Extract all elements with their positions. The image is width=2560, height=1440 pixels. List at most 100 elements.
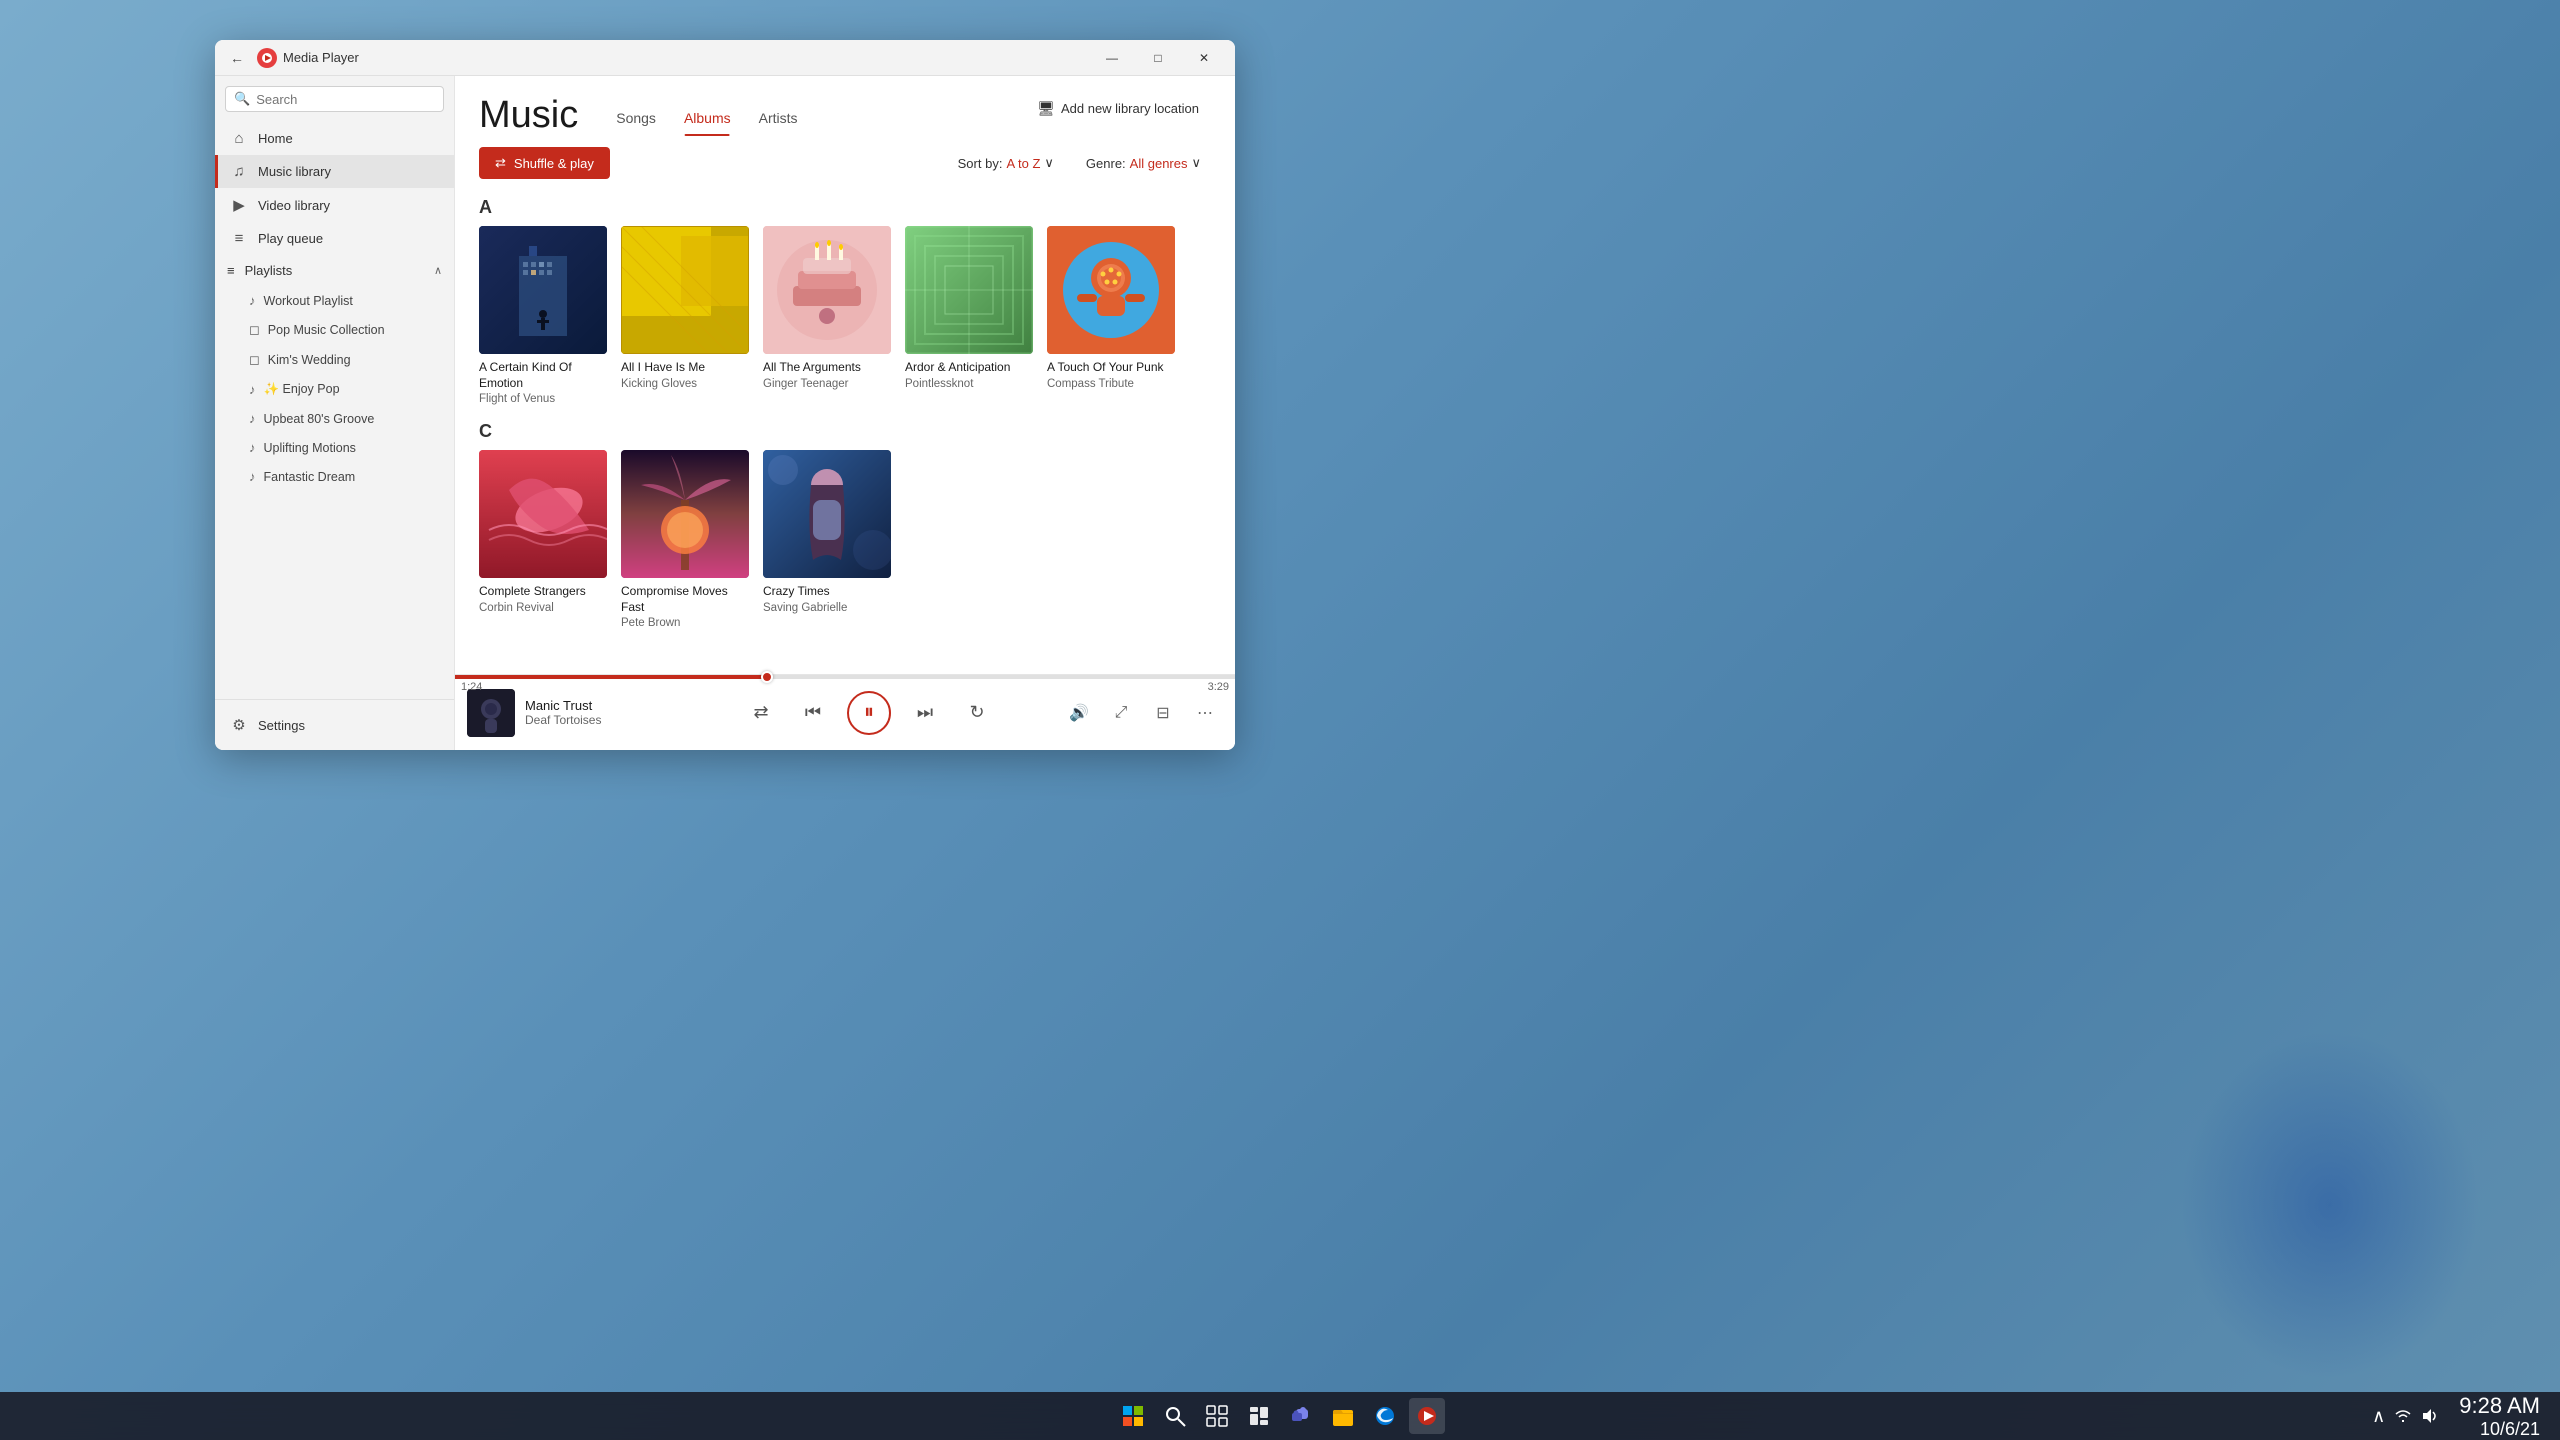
now-playing-track: Manic Trust Deaf Tortoises [455, 689, 675, 737]
home-icon: ⌂ [230, 130, 248, 147]
playlist-item-pop[interactable]: ◻ Pop Music Collection [215, 315, 454, 345]
shuffle-play-button[interactable]: ⇄ Shuffle & play [479, 147, 610, 179]
play-pause-button[interactable]: ⏸ [847, 691, 891, 735]
search-bar[interactable]: 🔍 [225, 86, 444, 112]
playlist-note-icon2: ♪ [249, 440, 256, 455]
playlist-item-fantastic[interactable]: ♪ Fantastic Dream [215, 462, 454, 491]
window-controls: — □ ✕ [1089, 40, 1227, 76]
search-taskbar-button[interactable] [1157, 1398, 1193, 1434]
more-options-button[interactable]: ⋯ [1189, 697, 1221, 729]
chevron-up-icon[interactable]: ∧ [2372, 1406, 2385, 1427]
taskbar-clock[interactable]: 9:28 AM 10/6/21 [2459, 1393, 2540, 1440]
clock-date: 10/6/21 [2480, 1419, 2540, 1440]
main-header: Music Songs Albums Artists 🖥 Add new lib… [455, 76, 1235, 137]
tab-artists[interactable]: Artists [745, 104, 812, 136]
page-title-area: Music Songs Albums Artists [479, 94, 812, 137]
playlists-toggle-icon: ∧ [434, 264, 442, 277]
album-card-4[interactable]: Ardor & Anticipation Pointlessknot [905, 226, 1033, 405]
album-card-6[interactable]: Complete Strangers Corbin Revival [479, 450, 607, 629]
playlist-note-icon: ♪ [249, 411, 256, 426]
playlist-box-icon2: ◻ [249, 352, 260, 368]
album-title-7: Compromise Moves Fast [621, 584, 749, 615]
media-player-window: ← Media Player — □ ✕ 🔍 ⌂ Home ♫ [215, 40, 1235, 750]
playlist-fantastic-label: Fantastic Dream [264, 470, 356, 484]
widgets-button[interactable] [1241, 1398, 1277, 1434]
album-card-5[interactable]: A Touch Of Your Punk Compass Tribute [1047, 226, 1175, 405]
sort-button[interactable]: Sort by: A to Z ∨ [948, 150, 1064, 176]
volume-taskbar-icon [2421, 1407, 2439, 1425]
bg-decoration [2180, 1030, 2480, 1380]
album-card-1[interactable]: A Certain Kind Of Emotion Flight of Venu… [479, 226, 607, 405]
previous-button[interactable]: ⏮ [795, 695, 831, 731]
search-input[interactable] [256, 92, 435, 107]
genre-label: Genre: [1086, 156, 1126, 171]
album-card-2[interactable]: All I Have Is Me Kicking Gloves [621, 226, 749, 405]
album-title-3: All The Arguments [763, 360, 891, 376]
progress-knob[interactable] [761, 671, 773, 683]
settings-label: Settings [258, 718, 305, 733]
album-title-4: Ardor & Anticipation [905, 360, 1033, 376]
sidebar-item-play-queue[interactable]: ≡ Play queue [215, 222, 454, 255]
next-button[interactable]: ⏭ [907, 695, 943, 731]
genre-button[interactable]: Genre: All genres ∨ [1076, 150, 1211, 176]
add-library-button[interactable]: 🖥 Add new library location [1025, 94, 1211, 123]
track-info: Manic Trust Deaf Tortoises [525, 698, 663, 727]
album-artist-2: Kicking Gloves [621, 378, 749, 390]
album-card-3[interactable]: All The Arguments Ginger Teenager [763, 226, 891, 405]
playlists-icon: ≡ [227, 263, 235, 278]
albums-scroll[interactable]: A [455, 187, 1235, 674]
tab-albums[interactable]: Albums [670, 104, 745, 136]
mini-player-button[interactable]: ⤢ [1105, 697, 1137, 729]
playlist-item-enjoy-pop[interactable]: ♪ ✨ Enjoy Pop [215, 375, 454, 404]
shuffle-label: Shuffle & play [514, 156, 594, 171]
album-card-7[interactable]: Compromise Moves Fast Pete Brown [621, 450, 749, 629]
volume-button[interactable]: 🔊 [1063, 697, 1095, 729]
sidebar-item-home[interactable]: ⌂ Home [215, 122, 454, 155]
playlist-item-uplifting[interactable]: ♪ Uplifting Motions [215, 433, 454, 462]
taskbar-right: ∧ 9:28 AM 10/6/21 [2372, 1393, 2560, 1440]
album-card-8[interactable]: Crazy Times Saving Gabrielle [763, 450, 891, 629]
albums-row-c: Complete Strangers Corbin Revival [479, 450, 1211, 629]
file-explorer-button[interactable] [1325, 1398, 1361, 1434]
sidebar-item-music-library[interactable]: ♫ Music library [215, 155, 454, 188]
playlist-pop-label: Pop Music Collection [268, 323, 385, 337]
section-letter-c: C [479, 421, 1211, 442]
genre-value: All genres [1130, 156, 1188, 171]
album-artist-3: Ginger Teenager [763, 378, 891, 390]
playlist-music-icon: ♪ [249, 293, 256, 308]
playlist-item-upbeat[interactable]: ♪ Upbeat 80's Groove [215, 404, 454, 433]
back-button[interactable]: ← [223, 44, 251, 72]
album-title-6: Complete Strangers [479, 584, 607, 600]
teams-button[interactable] [1283, 1398, 1319, 1434]
task-view-button[interactable] [1199, 1398, 1235, 1434]
repeat-button[interactable]: ↻ [959, 695, 995, 731]
edge-button[interactable] [1367, 1398, 1403, 1434]
sidebar-item-video-library[interactable]: ▶ Video library [215, 188, 454, 222]
albums-row-a: A Certain Kind Of Emotion Flight of Venu… [479, 226, 1211, 405]
playlist-upbeat-label: Upbeat 80's Groove [264, 412, 375, 426]
sort-value: A to Z [1006, 156, 1040, 171]
video-library-label: Video library [258, 198, 330, 213]
start-button[interactable] [1115, 1398, 1151, 1434]
minimize-button[interactable]: — [1089, 40, 1135, 76]
main-header-top: Music Songs Albums Artists 🖥 Add new lib… [479, 94, 1211, 137]
playlist-item-kims-wedding[interactable]: ◻ Kim's Wedding [215, 345, 454, 375]
player-controls: ⇄ ⏮ ⏸ ⏭ ↻ [675, 691, 1063, 735]
maximize-button[interactable]: □ [1135, 40, 1181, 76]
tab-songs[interactable]: Songs [602, 104, 670, 136]
window-body: 🔍 ⌂ Home ♫ Music library ▶ Video library [215, 76, 1235, 750]
cast-button[interactable]: ⊟ [1147, 697, 1179, 729]
playlists-header[interactable]: ≡ Playlists ∧ [215, 255, 454, 286]
playlist-kims-label: Kim's Wedding [268, 353, 351, 367]
shuffle-control-button[interactable]: ⇄ [743, 695, 779, 731]
home-label: Home [258, 131, 293, 146]
progress-bar-container[interactable] [455, 675, 1235, 679]
album-artist-1: Flight of Venus [479, 393, 607, 405]
wifi-icon [2393, 1408, 2413, 1424]
media-player-taskbar-button[interactable] [1409, 1398, 1445, 1434]
time-elapsed: 1:24 [461, 681, 482, 693]
playlist-item-workout[interactable]: ♪ Workout Playlist [215, 286, 454, 315]
toolbar-row: ⇄ Shuffle & play Sort by: A to Z ∨ Genre… [455, 137, 1235, 187]
sidebar-item-settings[interactable]: ⚙ Settings [215, 708, 454, 742]
close-button[interactable]: ✕ [1181, 40, 1227, 76]
